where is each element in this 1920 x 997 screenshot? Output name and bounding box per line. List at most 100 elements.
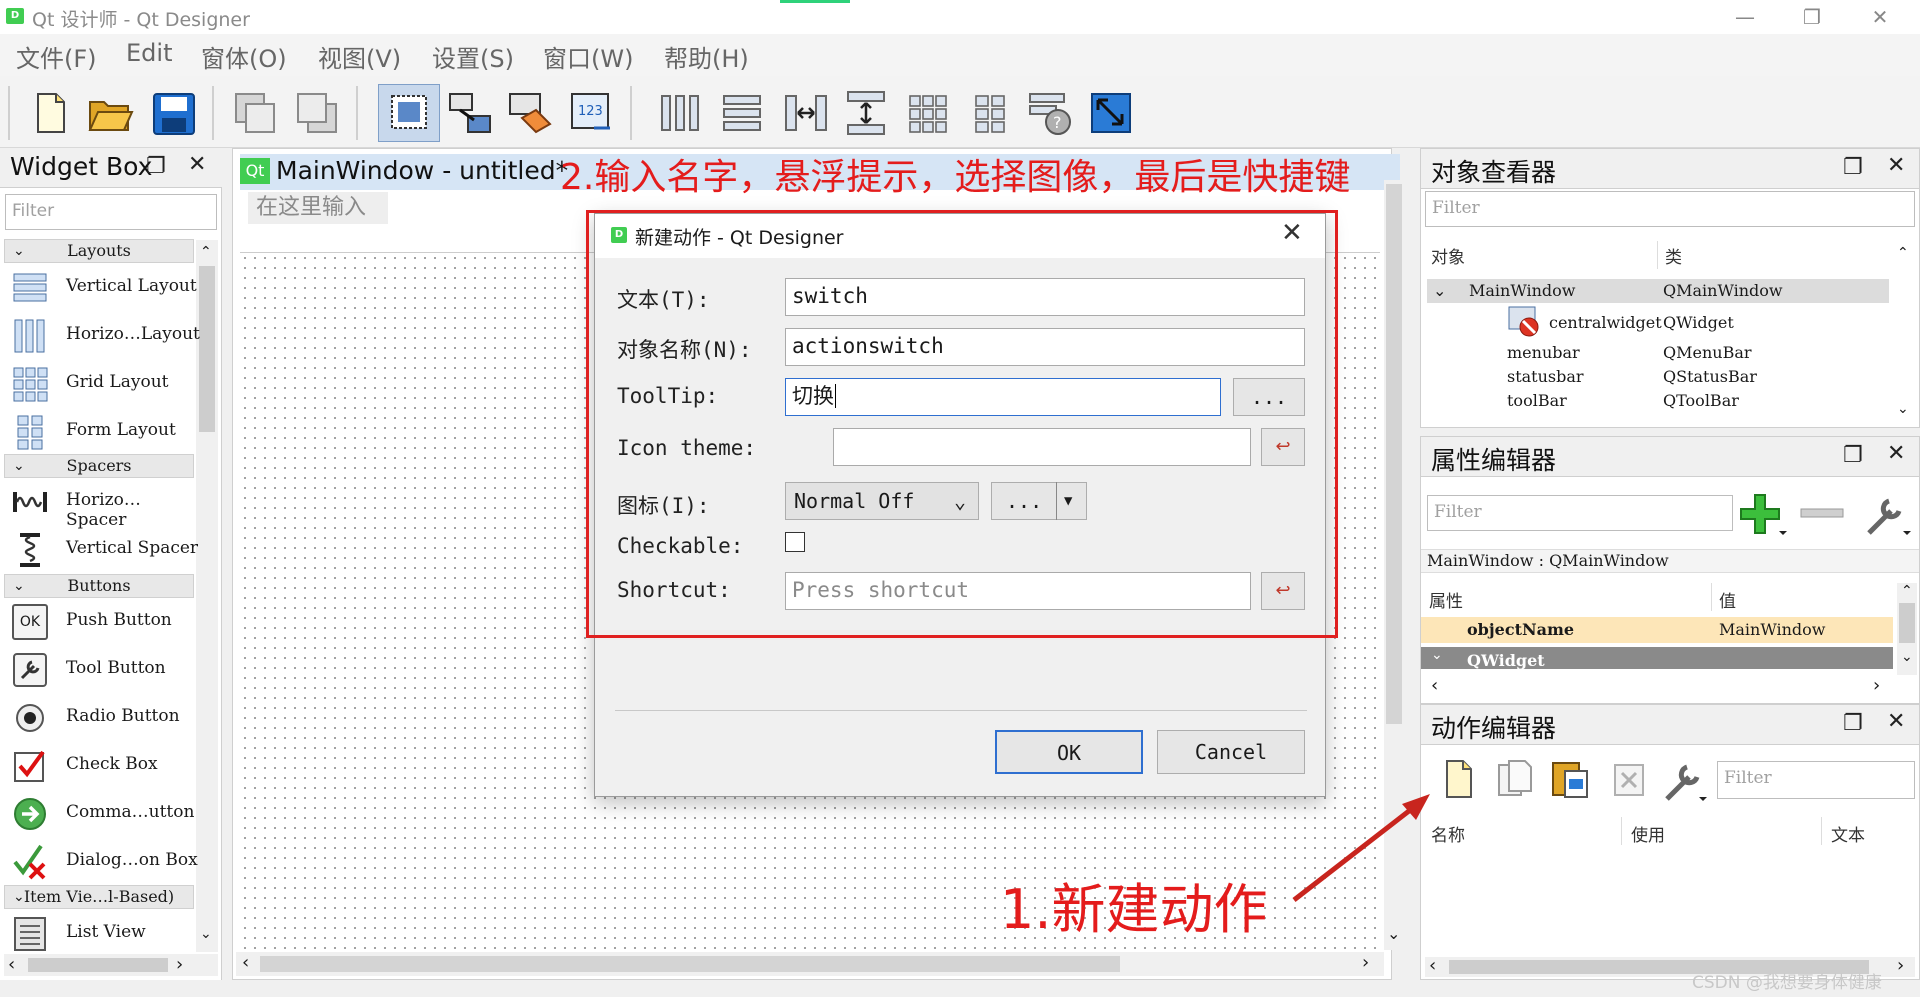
- property-group-qwidget[interactable]: ⌄ QWidget: [1421, 647, 1893, 669]
- layout-vertical-icon[interactable]: [718, 88, 766, 138]
- action-filter-input[interactable]: Filter: [1717, 761, 1915, 799]
- category-item-views[interactable]: ⌄ Item Vie…l-Based): [4, 885, 194, 909]
- ok-button[interactable]: OK: [995, 730, 1143, 774]
- menu-window[interactable]: 窗口(W): [543, 39, 633, 74]
- menu-file[interactable]: 文件(F): [16, 39, 97, 74]
- widget-item-horizontal-layout[interactable]: Horizo…Layout: [10, 312, 200, 358]
- edit-widgets-icon[interactable]: [386, 88, 434, 138]
- scroll-left-icon[interactable]: ‹: [1431, 675, 1438, 696]
- open-folder-icon[interactable]: [86, 88, 134, 138]
- menu-type-here[interactable]: 在这里输入: [248, 192, 388, 224]
- category-spacers[interactable]: ⌄ Spacers: [4, 454, 194, 478]
- paste-action-icon[interactable]: [1547, 757, 1593, 801]
- dock-close-icon[interactable]: ✕: [1887, 153, 1905, 178]
- dock-close-icon[interactable]: ✕: [1887, 709, 1905, 734]
- tree-row-object[interactable]: centralwidget: [1549, 311, 1662, 335]
- dock-float-icon[interactable]: ❐: [146, 154, 166, 179]
- category-buttons[interactable]: ⌄ Buttons: [4, 574, 194, 598]
- dock-close-icon[interactable]: ✕: [1887, 441, 1905, 466]
- property-filter-input[interactable]: Filter: [1427, 495, 1733, 531]
- scrollbar-thumb[interactable]: [260, 956, 1120, 972]
- layout-horizontal-icon[interactable]: [656, 88, 704, 138]
- scroll-left-icon[interactable]: ‹: [1429, 955, 1436, 976]
- scrollbar-thumb[interactable]: [28, 958, 168, 972]
- column-header-text[interactable]: 文本: [1831, 821, 1865, 846]
- widget-item-vertical-spacer[interactable]: Vertical Spacer: [10, 526, 200, 572]
- restore-icon[interactable]: ❐: [1784, 2, 1840, 32]
- tree-row-object[interactable]: statusbar: [1507, 365, 1584, 389]
- menu-help[interactable]: 帮助(H): [664, 39, 749, 74]
- remove-dynamic-property-icon[interactable]: [1799, 503, 1845, 523]
- edit-buddies-icon[interactable]: [506, 88, 554, 138]
- scroll-down-icon[interactable]: ⌄: [1897, 401, 1909, 417]
- menu-form[interactable]: 窗体(O): [201, 39, 287, 74]
- edit-signals-slots-icon[interactable]: [446, 88, 494, 138]
- widget-item-tool-button[interactable]: Tool Button: [10, 646, 200, 692]
- scrollbar-thumb[interactable]: [1899, 603, 1915, 643]
- scrollbar-thumb[interactable]: [199, 266, 215, 432]
- scroll-right-icon[interactable]: ›: [1362, 952, 1369, 973]
- send-to-back-icon[interactable]: [232, 88, 280, 138]
- widget-item-vertical-layout[interactable]: Vertical Layout: [10, 264, 200, 310]
- save-icon[interactable]: [150, 88, 198, 138]
- widget-item-check-box[interactable]: Check Box: [10, 742, 200, 788]
- scroll-right-icon[interactable]: ›: [176, 954, 183, 975]
- dock-float-icon[interactable]: ❐: [1843, 711, 1863, 736]
- column-header-used[interactable]: 使用: [1631, 821, 1665, 846]
- toolbar-handle[interactable]: [8, 86, 10, 140]
- minimize-icon[interactable]: —: [1717, 2, 1773, 32]
- menu-settings[interactable]: 设置(S): [432, 39, 514, 74]
- column-header-object[interactable]: 对象: [1431, 243, 1465, 268]
- edit-tab-order-icon[interactable]: 123: [568, 88, 616, 138]
- adjust-size-icon[interactable]: [1088, 88, 1136, 138]
- scroll-down-icon[interactable]: ⌄: [200, 926, 212, 942]
- widget-box-hscrollbar[interactable]: ‹ ›: [4, 954, 218, 976]
- widget-item-horizontal-spacer[interactable]: Horizo…Spacer: [10, 478, 200, 530]
- column-header-value[interactable]: 值: [1719, 587, 1736, 612]
- scroll-left-icon[interactable]: ‹: [8, 954, 15, 975]
- column-header-property[interactable]: 属性: [1429, 587, 1463, 612]
- bring-to-front-icon[interactable]: [294, 88, 342, 138]
- object-inspector-filter-input[interactable]: Filter: [1425, 191, 1915, 227]
- scroll-up-icon[interactable]: ⌃: [1897, 245, 1909, 261]
- scroll-down-icon[interactable]: ⌄: [1387, 924, 1400, 943]
- scroll-right-icon[interactable]: ›: [1897, 955, 1904, 976]
- configure-wrench-icon[interactable]: [1861, 491, 1913, 539]
- property-value[interactable]: MainWindow: [1719, 620, 1826, 639]
- scroll-right-icon[interactable]: ›: [1873, 675, 1880, 696]
- tree-row-object[interactable]: toolBar: [1507, 389, 1567, 413]
- widget-item-grid-layout[interactable]: Grid Layout: [10, 360, 200, 406]
- category-layouts[interactable]: ⌄ Layouts: [4, 239, 194, 263]
- scroll-up-icon[interactable]: ⌃: [1901, 583, 1913, 599]
- column-header-class[interactable]: 类: [1665, 243, 1682, 268]
- break-layout-icon[interactable]: ?: [1026, 88, 1074, 138]
- widget-item-command-link-button[interactable]: Comma…utton: [10, 790, 200, 836]
- cancel-button[interactable]: Cancel: [1157, 730, 1305, 774]
- widget-item-form-layout[interactable]: Form Layout: [10, 408, 200, 454]
- widget-box-filter-input[interactable]: Filter: [5, 194, 217, 230]
- editor-hscrollbar[interactable]: ‹ ›: [236, 952, 1384, 976]
- dock-float-icon[interactable]: ❐: [1843, 443, 1863, 468]
- layout-vertical-splitter-icon[interactable]: [842, 88, 890, 138]
- dock-close-icon[interactable]: ✕: [188, 152, 206, 177]
- scroll-left-icon[interactable]: ‹: [242, 952, 249, 973]
- property-vscrollbar[interactable]: ⌃ ⌄: [1897, 583, 1917, 675]
- close-window-icon[interactable]: ✕: [1852, 2, 1908, 32]
- layout-horizontal-splitter-icon[interactable]: [782, 88, 830, 138]
- add-dynamic-property-icon[interactable]: [1737, 491, 1789, 537]
- scroll-down-icon[interactable]: ⌄: [1901, 649, 1913, 665]
- widget-item-list-view[interactable]: List View: [10, 910, 200, 956]
- copy-action-icon[interactable]: [1493, 757, 1537, 801]
- dock-float-icon[interactable]: ❐: [1843, 155, 1863, 180]
- tree-row-object[interactable]: menubar: [1507, 341, 1580, 365]
- widget-item-dialog-button-box[interactable]: Dialog…on Box: [10, 838, 200, 884]
- widget-item-push-button[interactable]: OK Push Button: [10, 598, 200, 644]
- configure-wrench-icon[interactable]: [1659, 757, 1709, 805]
- new-file-icon[interactable]: [26, 88, 74, 138]
- menu-edit[interactable]: Edit: [126, 39, 172, 67]
- tree-expand-icon[interactable]: ⌄: [1433, 279, 1446, 303]
- widget-item-radio-button[interactable]: Radio Button: [10, 694, 200, 740]
- tree-row-object[interactable]: MainWindow: [1469, 279, 1576, 303]
- menu-view[interactable]: 视图(V): [318, 39, 401, 74]
- delete-action-icon[interactable]: [1611, 761, 1647, 799]
